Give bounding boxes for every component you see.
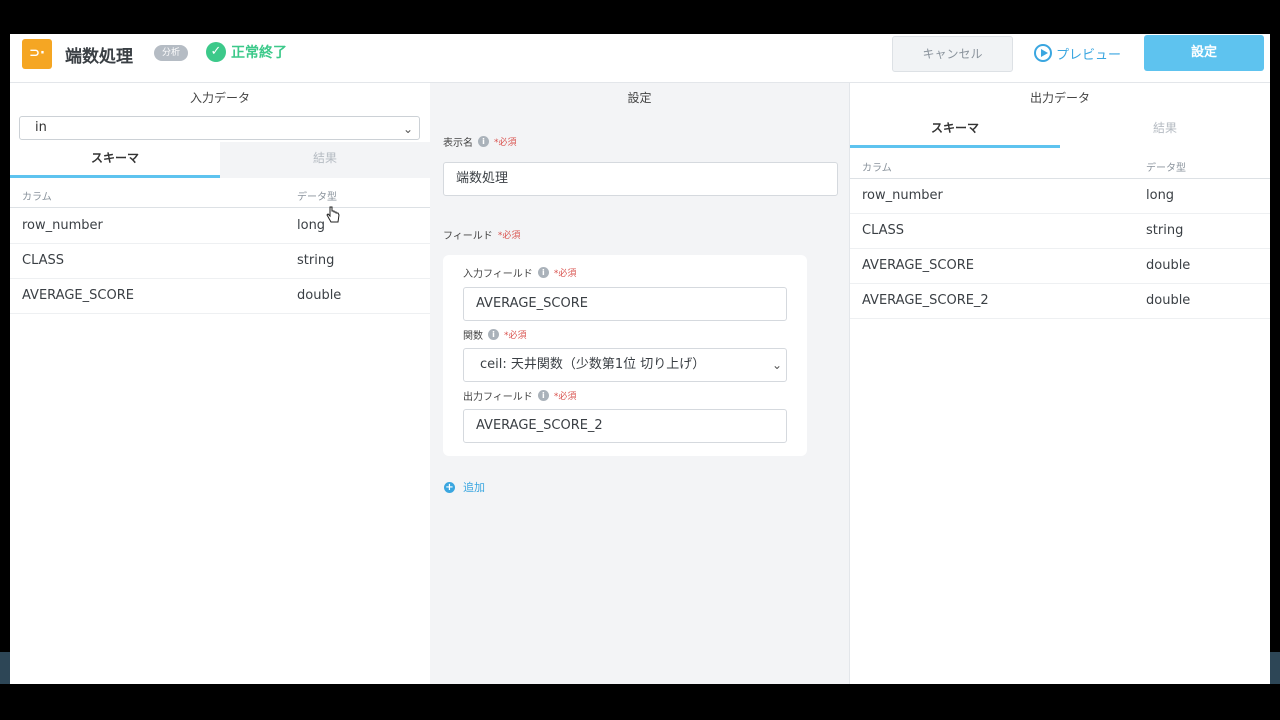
required-mark: *必須	[497, 231, 521, 241]
column-type: double	[1146, 293, 1191, 308]
function-label: 関数 i *必須	[463, 327, 527, 342]
panel-title: 出力データ	[1029, 91, 1090, 105]
column-type: double	[297, 288, 342, 303]
info-icon: i	[537, 267, 549, 278]
info-icon: i	[478, 136, 489, 147]
display-name-input[interactable]: 端数処理	[443, 162, 838, 196]
status-text: 正常終了	[231, 45, 287, 61]
node-title: 端数処理	[65, 47, 133, 67]
column-header: データ型	[1146, 163, 1186, 174]
output-field-input[interactable]: AVERAGE_SCORE_2	[463, 409, 787, 443]
settings-panel: 設定 表示名 i *必須 端数処理 フィールド *必須 入力フィールド i *必…	[430, 83, 850, 684]
column-name: AVERAGE_SCORE	[22, 288, 134, 303]
column-header: カラム	[22, 192, 52, 203]
display-name-label: 表示名 i *必須	[443, 134, 517, 149]
column-name: row_number	[22, 218, 103, 233]
column-name: CLASS	[862, 223, 905, 238]
rounding-node-icon: ⊃·	[22, 39, 52, 69]
category-badge: 分析	[154, 45, 189, 61]
output-field-label: 出力フィールド i *必須	[463, 388, 576, 403]
panel-title: 設定	[627, 91, 652, 105]
table-row: row_number long	[10, 208, 430, 244]
column-name: AVERAGE_SCORE	[862, 258, 974, 273]
input-data-panel: 入力データ in ⌄ スキーマ 結果 カラム データ型 row_number l…	[10, 83, 431, 684]
required-mark: *必須	[553, 392, 577, 402]
table-row: AVERAGE_SCORE double	[10, 278, 430, 314]
input-field-input[interactable]: AVERAGE_SCORE	[463, 287, 787, 321]
chevron-down-icon: ⌄	[402, 122, 413, 136]
column-type: long	[1146, 188, 1175, 203]
table-row: AVERAGE_SCORE double	[850, 248, 1270, 284]
add-label: 追加	[463, 481, 485, 494]
label-text: 入力フィールド	[463, 269, 533, 280]
table-row: CLASS string	[10, 243, 430, 279]
hand-cursor-icon	[326, 206, 340, 223]
panel-title: 入力データ	[189, 91, 250, 105]
column-name: row_number	[862, 188, 943, 203]
label-text: 出力フィールド	[463, 392, 533, 403]
column-name: AVERAGE_SCORE_2	[862, 293, 989, 308]
table-row: AVERAGE_SCORE_2 double	[850, 283, 1270, 319]
label-text: 表示名	[443, 138, 473, 149]
dialog-window: ⊃· 端数処理 分析 ✓ 正常終了 キャンセル プレビュー 設定 入力データ i…	[10, 34, 1270, 684]
table-header: カラム データ型	[850, 150, 1270, 179]
dialog-header: ⊃· 端数処理 分析 ✓ 正常終了 キャンセル プレビュー 設定	[10, 34, 1270, 83]
required-mark: *必須	[553, 269, 577, 279]
preview-button[interactable]: プレビュー	[1034, 36, 1121, 70]
column-type: string	[297, 253, 335, 268]
tab-schema[interactable]: スキーマ	[10, 142, 220, 178]
tab-results[interactable]: 結果	[1060, 112, 1270, 148]
add-field-button[interactable]: + 追加	[444, 479, 485, 495]
select-value: in	[35, 120, 47, 135]
chevron-down-icon: ⌄	[771, 358, 782, 372]
column-type: string	[1146, 223, 1184, 238]
play-icon	[1034, 44, 1052, 62]
background-strip	[1270, 652, 1280, 684]
table-row: CLASS string	[850, 213, 1270, 249]
column-header: カラム	[862, 163, 892, 174]
input-source-select[interactable]: in ⌄	[19, 116, 420, 140]
input-tabs: スキーマ 結果	[10, 142, 430, 178]
output-data-panel: 出力データ スキーマ 結果 カラム データ型 row_number long C…	[850, 83, 1270, 684]
apply-button[interactable]: 設定	[1144, 35, 1264, 71]
column-name: CLASS	[22, 253, 65, 268]
column-type: long	[297, 218, 326, 233]
input-field-label: 入力フィールド i *必須	[463, 265, 576, 280]
run-status: ✓ 正常終了	[206, 42, 287, 62]
label-text: フィールド	[443, 231, 493, 242]
required-mark: *必須	[494, 138, 517, 148]
tab-results[interactable]: 結果	[220, 142, 430, 178]
column-type: double	[1146, 258, 1191, 273]
function-select[interactable]: ceil: 天井関数（少数第1位 切り上げ） ⌄	[463, 348, 787, 382]
tab-schema[interactable]: スキーマ	[850, 112, 1060, 148]
label-text: 関数	[463, 331, 483, 342]
plus-circle-icon: +	[444, 481, 455, 493]
fields-label: フィールド *必須	[443, 227, 520, 242]
info-icon: i	[537, 390, 549, 401]
column-header: データ型	[297, 192, 337, 203]
info-icon: i	[488, 329, 499, 340]
select-value: ceil: 天井関数（少数第1位 切り上げ）	[480, 357, 706, 372]
output-tabs: スキーマ 結果	[850, 112, 1270, 148]
check-circle-icon: ✓	[206, 42, 226, 62]
preview-label: プレビュー	[1056, 47, 1122, 63]
cancel-button[interactable]: キャンセル	[892, 36, 1013, 72]
table-header: カラム データ型	[10, 179, 430, 208]
field-config-card: 入力フィールド i *必須 AVERAGE_SCORE 関数 i *必須 cei…	[443, 255, 807, 456]
table-row: row_number long	[850, 178, 1270, 214]
required-mark: *必須	[504, 331, 527, 341]
background-strip	[0, 652, 10, 684]
